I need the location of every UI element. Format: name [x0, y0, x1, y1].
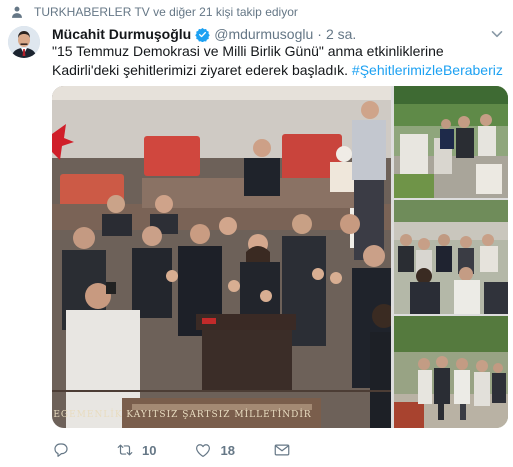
media-photo-2[interactable] — [394, 86, 508, 198]
separator-dot: · — [317, 26, 322, 42]
chevron-down-icon[interactable] — [491, 28, 503, 40]
retweet-icon — [117, 444, 133, 456]
verified-badge-icon — [195, 27, 210, 42]
tweet-text: "15 Temmuz Demokrasi ve Milli Birlik Gün… — [52, 42, 504, 80]
tweet-actions: 10 18 — [52, 440, 337, 460]
retweet-button[interactable]: 10 — [116, 441, 156, 459]
tweet-timestamp[interactable]: 2 sa. — [326, 26, 356, 42]
media-grid — [52, 86, 508, 428]
reply-icon — [54, 443, 68, 457]
author-name[interactable]: Mücahit Durmuşoğlu — [52, 26, 191, 42]
person-follow-icon — [12, 6, 22, 18]
social-context[interactable]: TURKHABERLER TV ve diğer 21 kişi takip e… — [12, 4, 298, 20]
social-context-text: TURKHABERLER TV ve diğer 21 kişi takip e… — [34, 5, 298, 19]
direct-message-button[interactable] — [273, 441, 299, 459]
media-photo-3[interactable] — [394, 200, 508, 314]
tweet-header: Mücahit Durmuşoğlu @mdurmusoglu · 2 sa. — [52, 25, 356, 43]
retweet-count: 10 — [142, 442, 157, 458]
envelope-icon — [274, 444, 290, 456]
author-handle[interactable]: @mdurmusoglu — [214, 26, 313, 42]
media-photo-4[interactable] — [394, 316, 508, 428]
like-count: 18 — [220, 442, 235, 458]
like-button[interactable]: 18 — [194, 441, 235, 459]
media-photo-main[interactable] — [52, 86, 391, 428]
banner-text: EGEMENLİK KAYITSIZ ŞARTSIZ MİLLETİNDİR — [53, 410, 312, 420]
reply-button[interactable] — [52, 441, 78, 459]
avatar[interactable] — [8, 26, 40, 58]
heart-icon — [196, 444, 211, 457]
hashtag-link[interactable]: #ŞehitlerimizleBeraberiz — [352, 62, 503, 78]
